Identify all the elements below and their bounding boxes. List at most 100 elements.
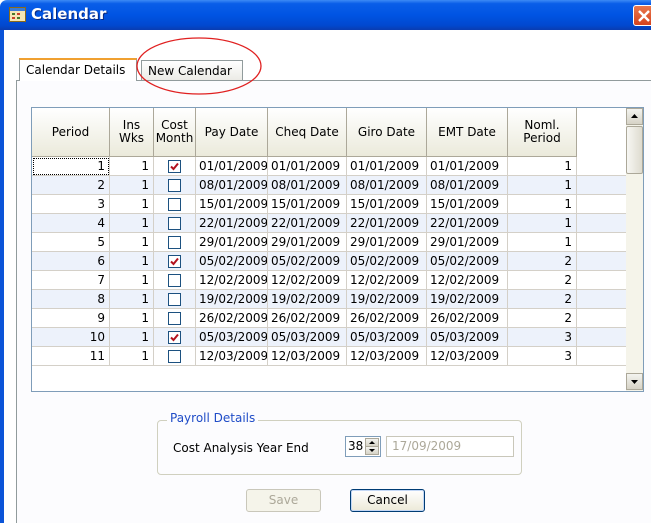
cheq-cell[interactable]: 05/03/2009 bbox=[268, 328, 347, 347]
pay-cell[interactable]: 12/03/2009 bbox=[196, 347, 268, 366]
cost-month-checkbox[interactable] bbox=[168, 293, 181, 306]
save-button[interactable]: Save bbox=[246, 489, 321, 512]
pay-cell[interactable]: 22/01/2009 bbox=[196, 214, 268, 233]
year-end-date-field[interactable]: 17/09/2009 bbox=[386, 436, 514, 457]
cheq-cell[interactable]: 19/02/2009 bbox=[268, 290, 347, 309]
ins-wks-cell[interactable]: 1 bbox=[110, 252, 154, 271]
table-row[interactable]: 4 1 22/01/2009 22/01/2009 22/01/2009 22/01/20… bbox=[32, 214, 626, 233]
spin-down-button[interactable] bbox=[365, 446, 379, 455]
tab-new-calendar[interactable]: New Calendar bbox=[141, 60, 243, 80]
giro-cell[interactable]: 19/02/2009 bbox=[347, 290, 427, 309]
pay-cell[interactable]: 19/02/2009 bbox=[196, 290, 268, 309]
noml-cell[interactable]: 1 bbox=[508, 233, 577, 252]
noml-cell[interactable]: 1 bbox=[508, 214, 577, 233]
noml-cell[interactable]: 2 bbox=[508, 290, 577, 309]
cheq-cell[interactable]: 08/01/2009 bbox=[268, 176, 347, 195]
giro-cell[interactable]: 15/01/2009 bbox=[347, 195, 427, 214]
period-cell[interactable]: 9 bbox=[32, 309, 110, 328]
period-cell[interactable]: 3 bbox=[32, 195, 110, 214]
giro-cell[interactable]: 29/01/2009 bbox=[347, 233, 427, 252]
ins-wks-cell[interactable]: 1 bbox=[110, 309, 154, 328]
pay-cell[interactable]: 08/01/2009 bbox=[196, 176, 268, 195]
period-cell[interactable]: 7 bbox=[32, 271, 110, 290]
cost-month-cell[interactable] bbox=[154, 157, 196, 176]
pay-cell[interactable]: 26/02/2009 bbox=[196, 309, 268, 328]
cheq-cell[interactable]: 05/02/2009 bbox=[268, 252, 347, 271]
table-row[interactable]: 2 1 08/01/2009 08/01/2009 08/01/2009 08/01/20… bbox=[32, 176, 626, 195]
noml-cell[interactable]: 1 bbox=[508, 176, 577, 195]
cheq-cell[interactable]: 29/01/2009 bbox=[268, 233, 347, 252]
giro-cell[interactable]: 05/02/2009 bbox=[347, 252, 427, 271]
calendar-grid[interactable]: Period Ins Wks Cost Month Pay Date Cheq Date… bbox=[31, 107, 644, 392]
column-header[interactable]: EMT Date bbox=[427, 108, 508, 157]
scroll-thumb[interactable] bbox=[626, 126, 643, 174]
period-cell[interactable]: 6 bbox=[32, 252, 110, 271]
giro-cell[interactable]: 26/02/2009 bbox=[347, 309, 427, 328]
ins-wks-cell[interactable]: 1 bbox=[110, 176, 154, 195]
cost-month-cell[interactable] bbox=[154, 176, 196, 195]
emt-cell[interactable]: 22/01/2009 bbox=[427, 214, 508, 233]
emt-cell[interactable]: 29/01/2009 bbox=[427, 233, 508, 252]
cheq-cell[interactable]: 15/01/2009 bbox=[268, 195, 347, 214]
table-row[interactable]: 3 1 15/01/2009 15/01/2009 15/01/2009 15/01/20… bbox=[32, 195, 626, 214]
cost-month-checkbox[interactable] bbox=[168, 179, 181, 192]
ins-wks-cell[interactable]: 1 bbox=[110, 157, 154, 176]
noml-cell[interactable]: 3 bbox=[508, 347, 577, 366]
emt-cell[interactable]: 12/02/2009 bbox=[427, 271, 508, 290]
cost-month-cell[interactable] bbox=[154, 271, 196, 290]
cheq-cell[interactable]: 22/01/2009 bbox=[268, 214, 347, 233]
cost-month-cell[interactable] bbox=[154, 214, 196, 233]
ins-wks-cell[interactable]: 1 bbox=[110, 214, 154, 233]
column-header[interactable]: Noml. Period bbox=[508, 108, 577, 157]
noml-cell[interactable]: 1 bbox=[508, 195, 577, 214]
tab-calendar-details[interactable]: Calendar Details bbox=[19, 58, 137, 81]
noml-cell[interactable]: 2 bbox=[508, 271, 577, 290]
pay-cell[interactable]: 05/02/2009 bbox=[196, 252, 268, 271]
period-cell[interactable]: 1 bbox=[32, 157, 110, 176]
pay-cell[interactable]: 05/03/2009 bbox=[196, 328, 268, 347]
cheq-cell[interactable]: 26/02/2009 bbox=[268, 309, 347, 328]
noml-cell[interactable]: 2 bbox=[508, 252, 577, 271]
cost-month-checkbox[interactable] bbox=[168, 255, 181, 268]
period-cell[interactable]: 5 bbox=[32, 233, 110, 252]
cost-month-cell[interactable] bbox=[154, 347, 196, 366]
column-header[interactable]: Cost Month bbox=[154, 108, 196, 157]
ins-wks-cell[interactable]: 1 bbox=[110, 195, 154, 214]
scroll-down-button[interactable] bbox=[626, 373, 643, 390]
year-end-spinner[interactable]: 38 bbox=[345, 436, 381, 457]
table-row[interactable]: 9 1 26/02/2009 26/02/2009 26/02/2009 26/02/20… bbox=[32, 309, 626, 328]
cost-month-cell[interactable] bbox=[154, 195, 196, 214]
pay-cell[interactable]: 29/01/2009 bbox=[196, 233, 268, 252]
noml-cell[interactable]: 2 bbox=[508, 309, 577, 328]
title-bar[interactable]: Calendar bbox=[0, 0, 651, 30]
cost-month-cell[interactable] bbox=[154, 233, 196, 252]
period-cell[interactable]: 4 bbox=[32, 214, 110, 233]
ins-wks-cell[interactable]: 1 bbox=[110, 328, 154, 347]
cost-month-checkbox[interactable] bbox=[168, 331, 181, 344]
table-row[interactable]: 8 1 19/02/2009 19/02/2009 19/02/2009 19/02/20… bbox=[32, 290, 626, 309]
table-row[interactable]: 10 1 05/03/2009 05/03/2009 05/03/2009 05/03/2… bbox=[32, 328, 626, 347]
period-cell[interactable]: 8 bbox=[32, 290, 110, 309]
cost-month-checkbox[interactable] bbox=[168, 350, 181, 363]
cost-month-checkbox[interactable] bbox=[168, 160, 181, 173]
ins-wks-cell[interactable]: 1 bbox=[110, 271, 154, 290]
column-header[interactable]: Period bbox=[32, 108, 110, 157]
column-header[interactable]: Cheq Date bbox=[268, 108, 347, 157]
cheq-cell[interactable]: 12/03/2009 bbox=[268, 347, 347, 366]
cost-month-cell[interactable] bbox=[154, 309, 196, 328]
cost-month-checkbox[interactable] bbox=[168, 312, 181, 325]
cost-month-checkbox[interactable] bbox=[168, 217, 181, 230]
cost-month-checkbox[interactable] bbox=[168, 274, 181, 287]
column-header[interactable]: Pay Date bbox=[196, 108, 268, 157]
emt-cell[interactable]: 19/02/2009 bbox=[427, 290, 508, 309]
giro-cell[interactable]: 22/01/2009 bbox=[347, 214, 427, 233]
emt-cell[interactable]: 15/01/2009 bbox=[427, 195, 508, 214]
emt-cell[interactable]: 05/03/2009 bbox=[427, 328, 508, 347]
emt-cell[interactable]: 26/02/2009 bbox=[427, 309, 508, 328]
ins-wks-cell[interactable]: 1 bbox=[110, 290, 154, 309]
table-row[interactable]: 1 1 01/01/2009 01/01/2009 01/01/2009 01/01/20… bbox=[32, 157, 626, 176]
period-cell[interactable]: 10 bbox=[32, 328, 110, 347]
column-header[interactable]: Ins Wks bbox=[110, 108, 154, 157]
cheq-cell[interactable]: 01/01/2009 bbox=[268, 157, 347, 176]
giro-cell[interactable]: 08/01/2009 bbox=[347, 176, 427, 195]
